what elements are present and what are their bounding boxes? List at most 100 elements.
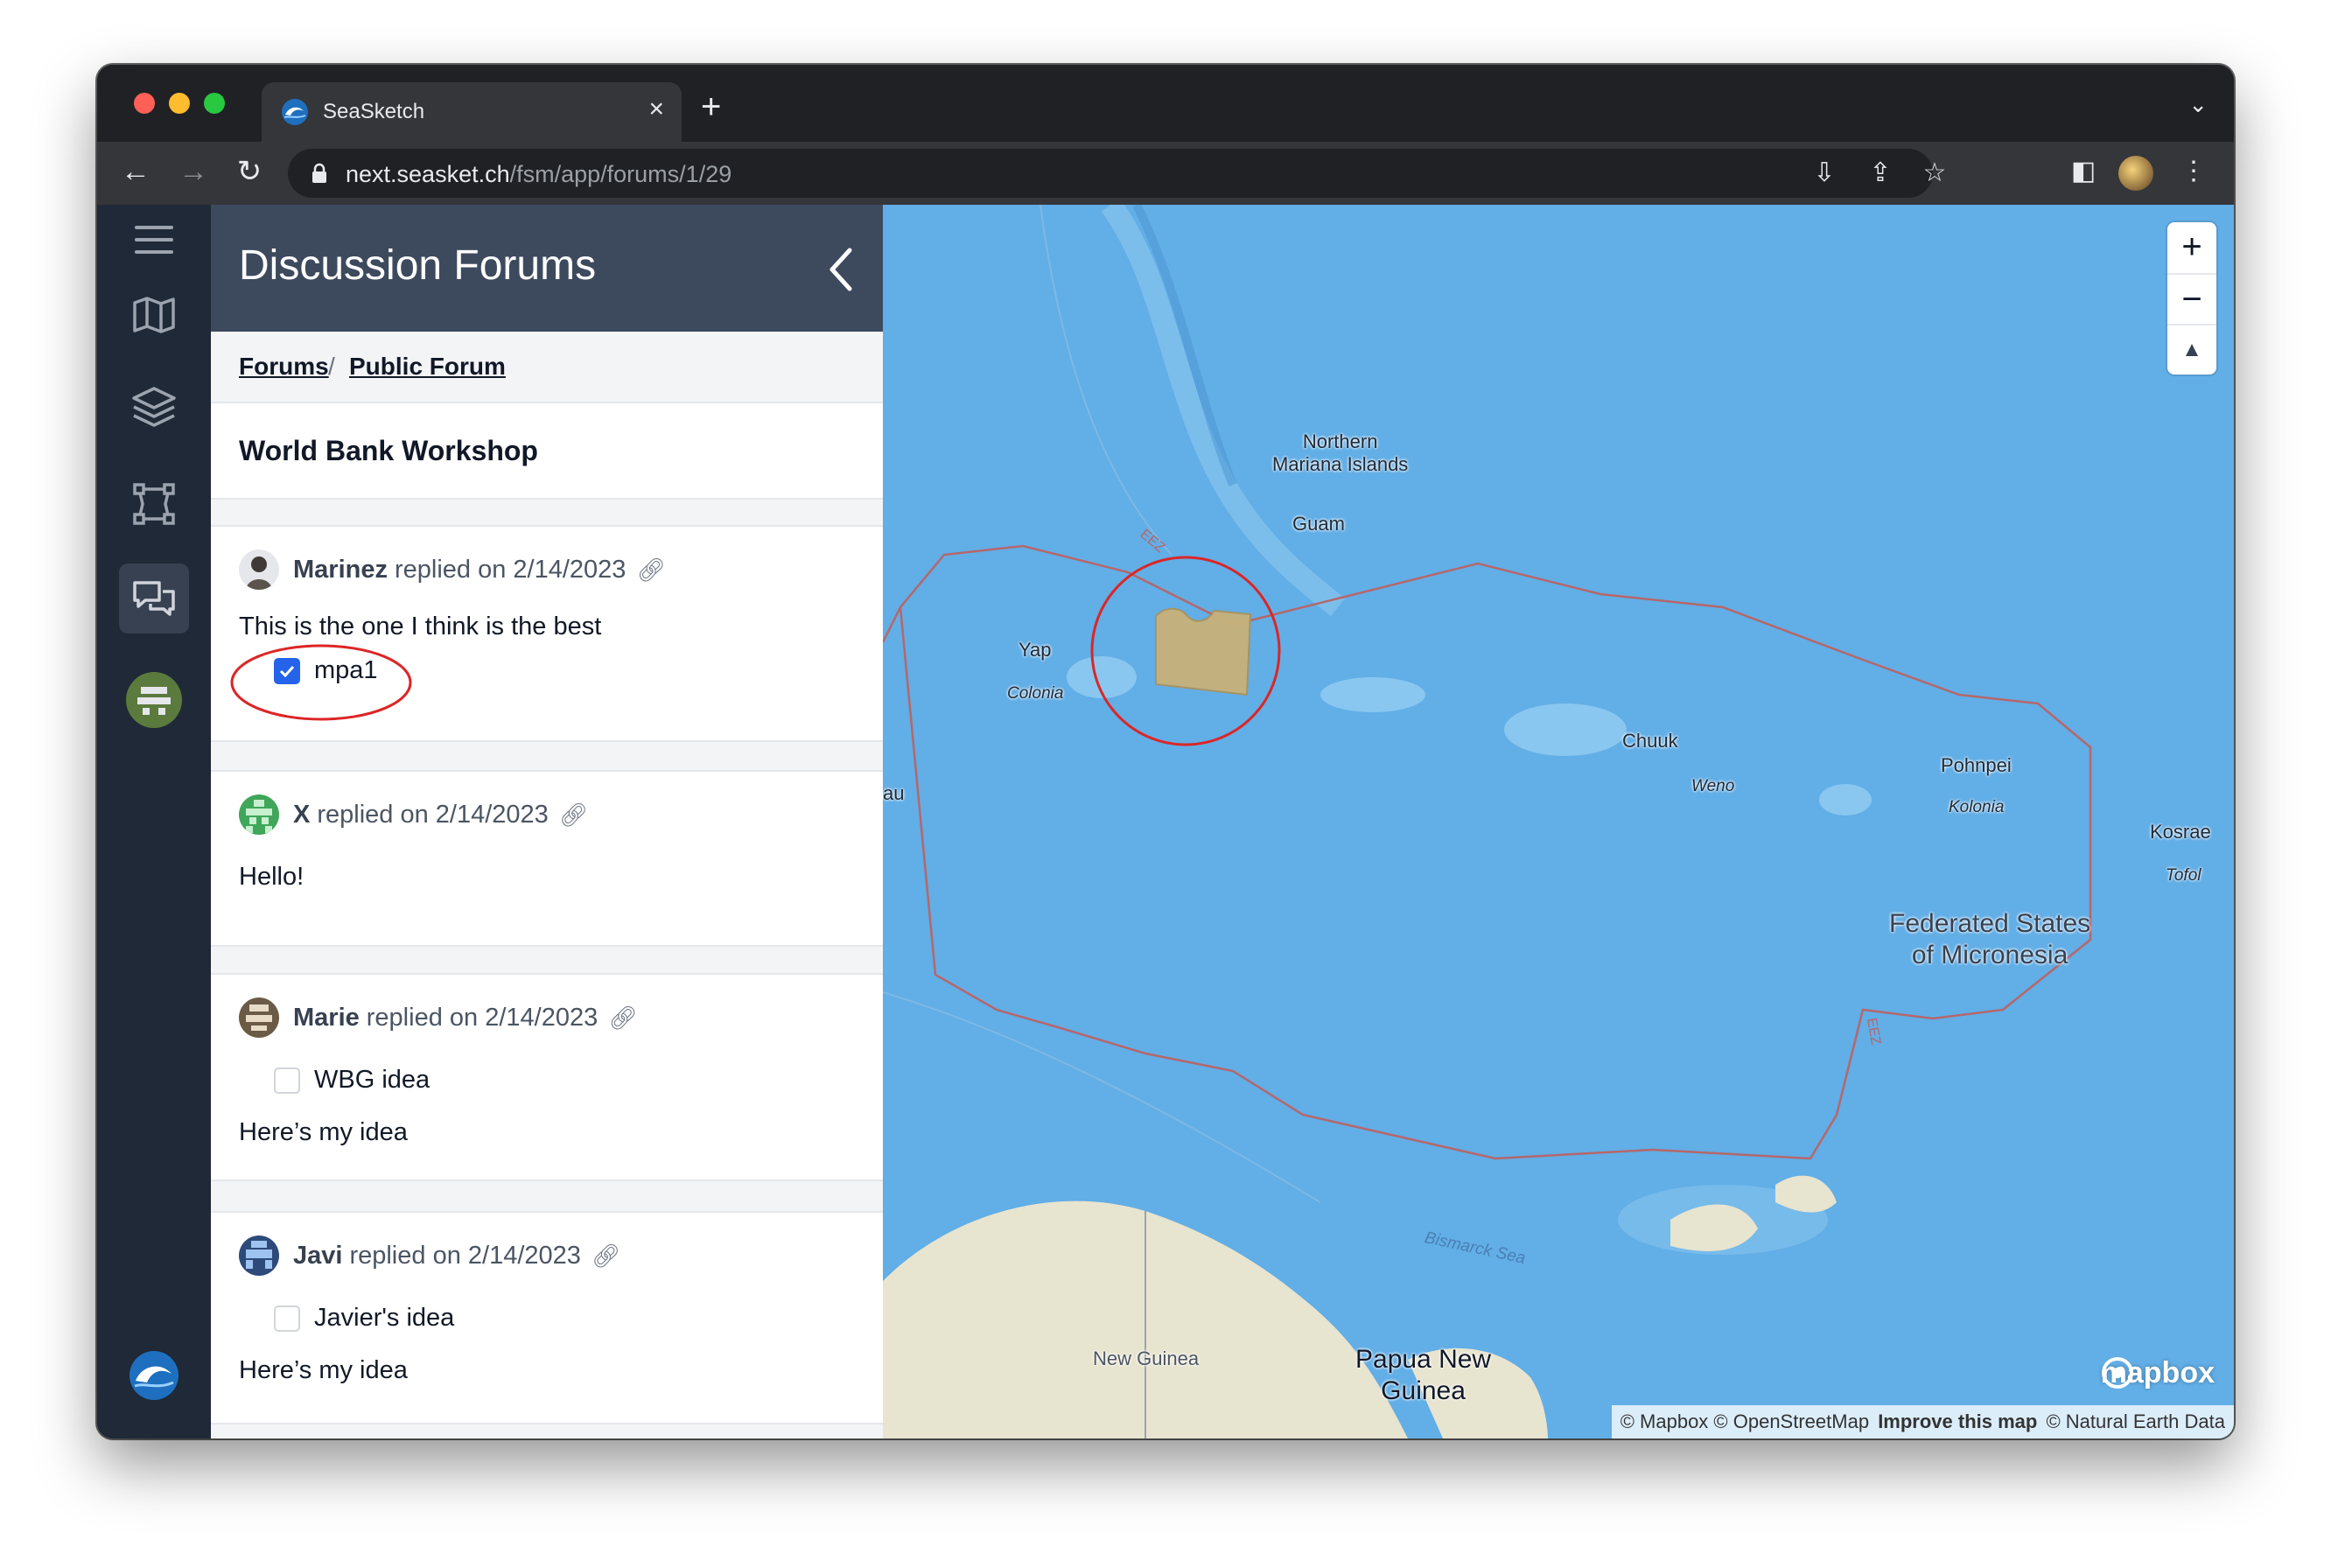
attribution-text[interactable]: © Mapbox © OpenStreetMap (1620, 1410, 1869, 1432)
minimize-window-button[interactable] (169, 93, 190, 114)
permalink-icon[interactable]: 🔗︎ (636, 556, 665, 584)
breadcrumb: Forums / Public Forum (211, 332, 883, 403)
post-meta: replied on 2/14/2023 (394, 555, 626, 584)
reload-icon[interactable]: ↻ (232, 154, 267, 189)
layers-icon[interactable] (119, 373, 189, 443)
author-name: X (293, 800, 311, 829)
post-header: X replied on 2/14/2023 🔗︎ (239, 794, 588, 835)
new-tab-icon[interactable]: + (701, 89, 721, 124)
map-label-edge: au (883, 782, 905, 804)
sketch-visibility-checkbox[interactable] (274, 1067, 300, 1094)
compass-button[interactable]: ▲ (2167, 324, 2216, 375)
share-icon[interactable]: ⇪ (1863, 156, 1898, 191)
post-body: Here’s my idea (239, 1356, 408, 1384)
author-avatar (239, 550, 279, 590)
forward-arrow-icon[interactable]: → (176, 154, 211, 189)
post-header: Marie replied on 2/14/2023 🔗︎ (239, 998, 637, 1038)
app-sidebar (97, 205, 211, 1438)
forum-post: Marie replied on 2/14/2023 🔗︎ WBG idea H… (211, 973, 883, 1181)
panel-title: Discussion Forums (239, 242, 597, 289)
sketch-visibility-checkbox[interactable] (274, 1305, 300, 1332)
sketch-attachment[interactable]: WBG idea (274, 1066, 430, 1095)
post-meta: replied on 2/14/2023 (366, 1003, 598, 1032)
improve-map-link[interactable]: Improve this map (1878, 1410, 2037, 1432)
browser-toolbar: ← → ↻ next.seasket.ch/fsm/app/forums/1/2… (97, 142, 2234, 205)
user-avatar[interactable] (119, 665, 189, 735)
attribution-natural-earth[interactable]: © Natural Earth Data (2046, 1410, 2225, 1432)
browser-window: SeaSketch × + ⌄ ← → ↻ next.seasket.ch/fs… (97, 65, 2234, 1438)
map-label-guam: Guam (1292, 513, 1345, 535)
map-label-yap: Yap (1018, 639, 1052, 661)
maximize-window-button[interactable] (204, 93, 225, 114)
author-name: Marinez (293, 555, 388, 584)
lock-icon (312, 163, 326, 183)
author-avatar (239, 998, 279, 1038)
sketch-name: WBG idea (314, 1066, 430, 1094)
permalink-icon[interactable]: 🔗︎ (559, 802, 588, 829)
map-label-chuuk: Chuuk (1622, 730, 1678, 752)
author-avatar (239, 1236, 279, 1276)
zoom-in-button[interactable]: + (2167, 222, 2216, 272)
map-label-fsm: Federated States of Micronesia (1889, 909, 2091, 970)
forum-post: Javi replied on 2/14/2023 🔗︎ Javier's id… (211, 1211, 883, 1424)
map-label-eez: EEZ (1863, 1017, 1884, 1046)
breadcrumb-forums-link[interactable]: Forums (239, 353, 329, 381)
map-icon[interactable] (119, 280, 189, 350)
post-body: Hello! (239, 863, 304, 891)
seasketch-logo-icon[interactable] (119, 1340, 189, 1410)
breadcrumb-separator: / (328, 353, 335, 380)
profile-avatar[interactable] (2118, 156, 2153, 191)
sketch-name: Javier's idea (314, 1304, 455, 1332)
bookmark-star-icon[interactable]: ☆ (1917, 156, 1952, 191)
address-bar[interactable]: next.seasket.ch/fsm/app/forums/1/29 ⇩ ⇪ … (288, 149, 1946, 198)
zoom-out-button[interactable]: − (2167, 273, 2216, 325)
browser-tab[interactable]: SeaSketch × (262, 82, 682, 142)
more-menu-icon[interactable]: ⋮ (2176, 154, 2211, 189)
author-avatar (239, 794, 279, 835)
map-label-colonia: Colonia (1007, 684, 1064, 703)
post-body: Here’s my idea (239, 1118, 408, 1146)
forum-post: Marinez replied on 2/14/2023 🔗︎ This is … (211, 525, 883, 742)
map-label-kosrae: Kosrae (2150, 821, 2211, 843)
app-area: Discussion Forums Forums / Public Forum … (97, 205, 2234, 1438)
map-canvas (883, 205, 2234, 1438)
mapbox-logo-icon (2101, 1357, 2133, 1389)
seasketch-favicon-icon (282, 99, 308, 125)
panel-header: Discussion Forums (211, 205, 883, 332)
author-name: Javi (293, 1241, 343, 1270)
forum-icon[interactable] (119, 564, 189, 634)
map-label-tofol: Tofol (2166, 866, 2202, 885)
side-panel-icon[interactable]: ◧ (2066, 154, 2101, 189)
collapse-panel-chevron-icon[interactable] (823, 243, 858, 296)
install-app-icon[interactable]: ⇩ (1807, 156, 1842, 191)
sketch-attachment[interactable]: Javier's idea (274, 1304, 454, 1333)
permalink-icon[interactable]: 🔗︎ (608, 1004, 637, 1032)
map-label-weno: Weno (1691, 777, 1735, 795)
map-attribution: © Mapbox © OpenStreetMap Improve this ma… (1611, 1405, 2234, 1438)
post-body: This is the one I think is the best (239, 612, 602, 640)
tab-title: SeaSketch (323, 100, 425, 123)
url-text: next.seasket.ch/fsm/app/forums/1/29 (346, 161, 732, 187)
map-label-new-guinea: New Guinea (1093, 1348, 1200, 1369)
back-arrow-icon[interactable]: ← (118, 154, 153, 189)
zoom-controls: + − ▲ (2167, 222, 2216, 374)
tab-search-chevron-icon[interactable]: ⌄ (2188, 91, 2208, 118)
topic-title: World Bank Workshop (239, 435, 538, 466)
menu-icon[interactable] (119, 205, 189, 275)
close-tab-icon[interactable]: × (648, 94, 664, 124)
permalink-icon[interactable]: 🔗︎ (592, 1242, 620, 1270)
post-header: Javi replied on 2/14/2023 🔗︎ (239, 1236, 620, 1276)
breadcrumb-public-forum-link[interactable]: Public Forum (349, 353, 506, 381)
map-label-png: Papua New Guinea (1355, 1345, 1492, 1405)
map-label-northern-mariana: Northern Mariana Islands (1272, 430, 1409, 475)
sketch-icon[interactable] (119, 469, 189, 539)
highlight-circle (230, 644, 412, 721)
map-view[interactable]: Northern Mariana Islands Guam Yap Coloni… (883, 205, 2234, 1438)
map-label-kolonia: Kolonia (1949, 798, 2005, 816)
map-label-pohnpei: Pohnpei (1941, 754, 2012, 776)
post-header: Marinez replied on 2/14/2023 🔗︎ (239, 550, 665, 590)
close-window-button[interactable] (134, 93, 155, 114)
mapbox-logo[interactable]: mapbox (2101, 1356, 2215, 1390)
tab-strip: SeaSketch × + ⌄ (97, 65, 2234, 142)
forum-panel: Discussion Forums Forums / Public Forum … (211, 205, 883, 1438)
